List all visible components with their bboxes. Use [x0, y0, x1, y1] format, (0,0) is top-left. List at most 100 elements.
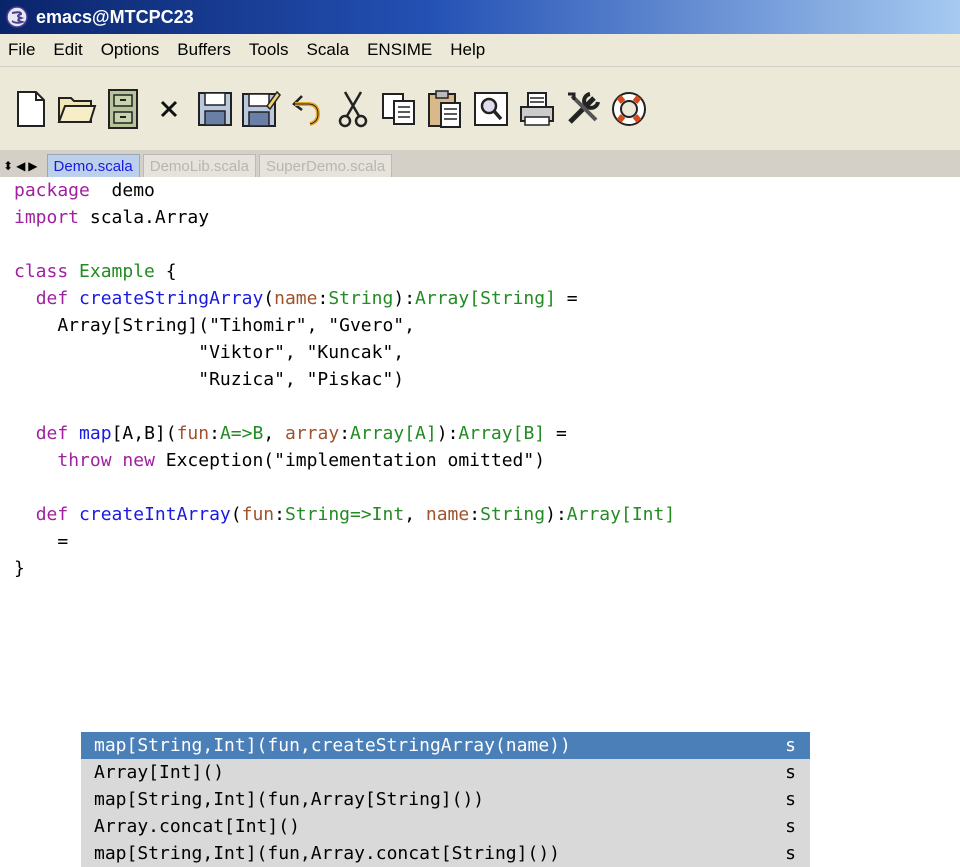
- code-token: [A,B](: [111, 423, 177, 444]
- completion-item[interactable]: map[String,Int](fun,Array[String]()) s: [81, 786, 810, 813]
- menu-help[interactable]: Help: [441, 40, 494, 60]
- tab-prev-icon[interactable]: ◀: [16, 159, 25, 173]
- code-line[interactable]: [14, 231, 675, 258]
- tab-demolib-scala[interactable]: DemoLib.scala: [142, 154, 256, 177]
- tab-superdemo-scala[interactable]: SuperDemo.scala: [258, 154, 393, 177]
- completion-text: map[String,Int](fun,createStringArray(na…: [94, 735, 571, 756]
- code-line[interactable]: "Viktor", "Kuncak",: [14, 339, 675, 366]
- completion-kind: s: [785, 816, 796, 837]
- copy-button[interactable]: [376, 84, 422, 134]
- code-token: Array[A]: [350, 423, 437, 444]
- open-file-button[interactable]: [54, 84, 100, 134]
- menu-file[interactable]: File: [0, 40, 44, 60]
- code-token: =: [555, 288, 578, 309]
- save-as-icon: [242, 90, 281, 127]
- code-token: Exception("implementation omitted"): [154, 450, 546, 471]
- code-buffer[interactable]: package demo import scala.Array class Exam…: [14, 177, 675, 582]
- code-token: class: [14, 261, 69, 282]
- code-token: Array[String]: [415, 288, 556, 309]
- code-token: }: [14, 558, 25, 579]
- menu-edit[interactable]: Edit: [44, 40, 91, 60]
- code-line[interactable]: }: [14, 555, 675, 582]
- code-token: Array[String]("Tihomir", "Gvero",: [14, 315, 415, 336]
- code-token: =: [14, 531, 69, 552]
- menu-options[interactable]: Options: [92, 40, 169, 60]
- code-token: Array[Int]: [566, 504, 676, 525]
- editor-area[interactable]: package demo import scala.Array class Exam…: [0, 177, 960, 867]
- undo-button[interactable]: [284, 84, 330, 134]
- code-token: {: [154, 261, 177, 282]
- tab-next-icon[interactable]: ▶: [28, 159, 37, 173]
- code-token: map: [79, 423, 112, 444]
- code-line[interactable]: def createIntArray(fun:String=>Int, name…: [14, 501, 675, 528]
- completion-item[interactable]: map[String,Int](fun,Array.concat[String]…: [81, 840, 810, 867]
- code-line[interactable]: import scala.Array: [14, 204, 675, 231]
- cut-icon: [338, 91, 368, 128]
- menu-buffers[interactable]: Buffers: [168, 40, 240, 60]
- code-token: ):: [545, 504, 567, 525]
- code-token: Array[B]: [458, 423, 546, 444]
- code-token: package: [14, 180, 90, 201]
- code-line[interactable]: [14, 393, 675, 420]
- help-button[interactable]: [606, 84, 652, 134]
- completion-kind: s: [785, 843, 796, 864]
- completion-kind: s: [785, 735, 796, 756]
- tab-navigation: ⬍ ◀ ▶: [3, 155, 41, 177]
- code-token: fun: [241, 504, 275, 525]
- completion-item[interactable]: map[String,Int](fun,createStringArray(na…: [81, 732, 810, 759]
- code-line[interactable]: Array[String]("Tihomir", "Gvero",: [14, 312, 675, 339]
- code-line[interactable]: [14, 474, 675, 501]
- dired-button[interactable]: [100, 84, 146, 134]
- code-line[interactable]: class Example {: [14, 258, 675, 285]
- code-token: throw: [57, 450, 112, 471]
- completion-kind: s: [785, 789, 796, 810]
- completion-text: map[String,Int](fun,Array.concat[String]…: [94, 843, 560, 864]
- emacs-icon: [6, 6, 28, 28]
- preferences-button[interactable]: [560, 84, 606, 134]
- save-button[interactable]: [192, 84, 238, 134]
- code-token: (: [263, 288, 275, 309]
- code-line[interactable]: =: [14, 528, 675, 555]
- code-token: "Ruzica", "Piskac"): [14, 369, 405, 390]
- code-token: A=>B: [219, 423, 264, 444]
- kill-buffer-button[interactable]: [146, 84, 192, 134]
- search-button[interactable]: [468, 84, 514, 134]
- tab-bar: ⬍ ◀ ▶ Demo.scala DemoLib.scala SuperDemo…: [0, 150, 960, 177]
- code-token: ,: [404, 504, 426, 525]
- code-line[interactable]: throw new Exception("implementation omit…: [14, 447, 675, 474]
- completion-item[interactable]: Array.concat[Int]() s: [81, 813, 810, 840]
- menu-ensime[interactable]: ENSIME: [358, 40, 441, 60]
- new-file-button[interactable]: [8, 84, 54, 134]
- code-line[interactable]: "Ruzica", "Piskac"): [14, 366, 675, 393]
- code-token: ):: [393, 288, 416, 309]
- window-title: emacs@MTCPC23: [36, 6, 194, 27]
- code-token: String: [480, 504, 546, 525]
- cut-button[interactable]: [330, 84, 376, 134]
- code-token: (: [230, 504, 242, 525]
- save-icon: [198, 92, 232, 126]
- print-button[interactable]: [514, 84, 560, 134]
- code-token: ,: [263, 423, 285, 444]
- tab-demo-scala[interactable]: Demo.scala: [46, 154, 140, 177]
- code-token: String=>Int: [284, 504, 405, 525]
- code-line[interactable]: def map[A,B](fun:A=>B, array:Array[A]):A…: [14, 420, 675, 447]
- paste-button[interactable]: [422, 84, 468, 134]
- code-line[interactable]: package demo: [14, 177, 675, 204]
- completion-item[interactable]: Array[Int]() s: [81, 759, 810, 786]
- menu-tools[interactable]: Tools: [240, 40, 298, 60]
- menu-scala[interactable]: Scala: [298, 40, 359, 60]
- code-token: =: [545, 423, 567, 444]
- code-line[interactable]: def createStringArray(name:String):Array…: [14, 285, 675, 312]
- tab-scroll-icon[interactable]: ⬍: [3, 159, 13, 173]
- save-as-button[interactable]: [238, 84, 284, 134]
- completion-text: Array.concat[Int](): [94, 816, 300, 837]
- code-token: new: [122, 450, 155, 471]
- code-token: array: [285, 423, 340, 444]
- code-token: name: [425, 504, 470, 525]
